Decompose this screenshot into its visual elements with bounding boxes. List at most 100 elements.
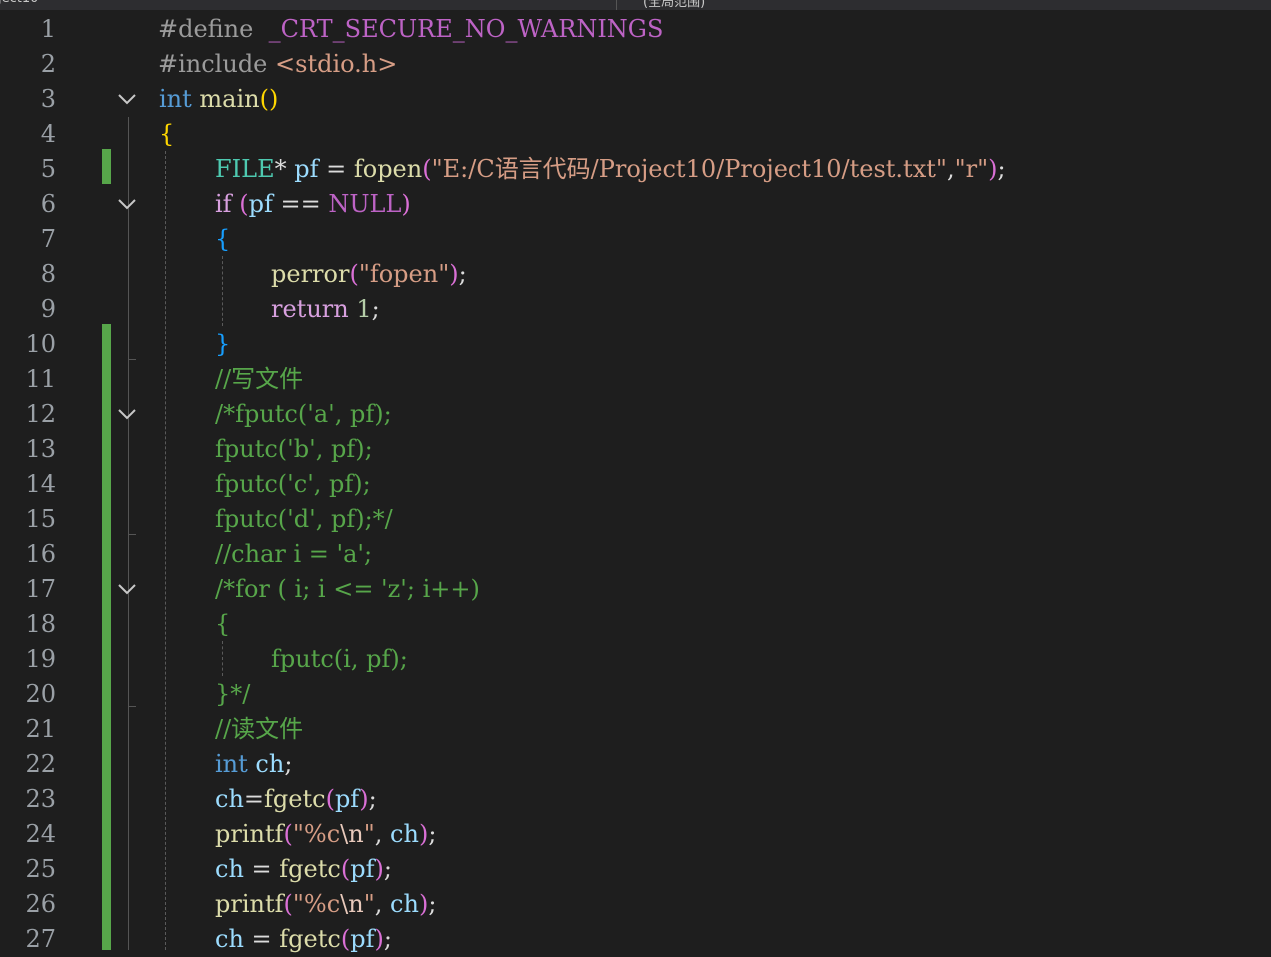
code-line[interactable]: 3 int main()	[0, 82, 1271, 117]
code-token: /*fputc('a', pf);	[215, 400, 392, 428]
code-line[interactable]: 19 fputc(i, pf);	[0, 642, 1271, 677]
code-line[interactable]: 27 ch = fgetc(pf);	[0, 922, 1271, 957]
code-line[interactable]: 9 return 1;	[0, 292, 1271, 327]
line-number: 9	[40, 295, 56, 323]
code-token: (	[340, 925, 351, 953]
code-token: \n	[340, 890, 364, 918]
code-line[interactable]: 2 #include <stdio.h>	[0, 47, 1271, 82]
line-number: 27	[25, 925, 56, 953]
code-line[interactable]: 13 fputc('b', pf);	[0, 432, 1271, 467]
line-number: 13	[25, 435, 56, 463]
code-text: /*fputc('a', pf);	[215, 397, 392, 432]
code-line[interactable]: 17 /*for ( i; i <= 'z'; i++)	[0, 572, 1271, 607]
code-line[interactable]: 5 FILE* pf = fopen("E:/C语言代码/Project10/Pr…	[0, 152, 1271, 187]
code-token: }*/	[215, 680, 251, 708]
line-number: 15	[25, 505, 56, 533]
code-text: {	[215, 607, 230, 642]
code-text: return 1;	[271, 292, 380, 327]
code-token: )	[988, 155, 998, 183]
chevron-down-icon[interactable]	[117, 581, 137, 597]
code-token: ;	[284, 750, 293, 778]
code-token: )	[374, 925, 384, 953]
code-token: ()	[259, 85, 279, 113]
code-token: "fopen"	[358, 260, 450, 288]
code-token: fopen	[353, 155, 423, 183]
code-line[interactable]: 24 printf("%c\n", ch);	[0, 817, 1271, 852]
scope-dropdown[interactable]: (全局范围)	[643, 0, 705, 10]
code-line[interactable]: 26 printf("%c\n", ch);	[0, 887, 1271, 922]
code-line[interactable]: 14 fputc('c', pf);	[0, 467, 1271, 502]
code-line[interactable]: 10}	[0, 327, 1271, 362]
code-token: ch	[390, 820, 419, 848]
code-token: =	[243, 785, 265, 813]
code-token: //写文件	[215, 365, 304, 393]
code-token: pf	[248, 190, 273, 218]
line-number: 3	[40, 85, 56, 113]
line-number: 19	[25, 645, 56, 673]
code-token: FILE	[215, 155, 275, 183]
code-line[interactable]: 8 perror("fopen");	[0, 257, 1271, 292]
editor-navigation-bar: ject10 (全局范围)	[0, 0, 1271, 10]
code-token: //char i = 'a';	[215, 540, 373, 568]
code-text: ch=fgetc(pf);	[215, 782, 377, 817]
code-token: perror	[271, 260, 350, 288]
code-token: "%c	[292, 890, 341, 918]
line-number: 4	[40, 120, 56, 148]
chevron-down-icon[interactable]	[117, 406, 137, 422]
code-line[interactable]: 22 int ch;	[0, 747, 1271, 782]
code-line[interactable]: 20}*/	[0, 677, 1271, 712]
line-number: 7	[40, 225, 56, 253]
code-line[interactable]: 6 if (pf == NULL)	[0, 187, 1271, 222]
code-token: )	[418, 890, 429, 918]
code-token: fputc(i, pf);	[271, 645, 408, 673]
code-editor[interactable]: 1 #define _CRT_SECURE_NO_WARNINGS 2 #includ…	[0, 11, 1271, 953]
code-token: =	[243, 855, 280, 883]
code-token: ;	[997, 155, 1006, 183]
code-token: //读文件	[215, 715, 304, 743]
code-line[interactable]: 11 //写文件	[0, 362, 1271, 397]
code-line[interactable]: 16 //char i = 'a';	[0, 537, 1271, 572]
code-line[interactable]: 21 //读文件	[0, 712, 1271, 747]
code-line[interactable]: 18 {	[0, 607, 1271, 642]
code-token: fputc('b', pf);	[215, 435, 373, 463]
code-token: "r"	[954, 155, 989, 183]
code-line[interactable]: 7{	[0, 222, 1271, 257]
code-text: printf("%c\n", ch);	[215, 887, 436, 922]
code-token: fgetc	[279, 925, 341, 953]
code-token: main	[199, 85, 260, 113]
code-token: pf	[294, 155, 319, 183]
code-text: fputc(i, pf);	[271, 642, 408, 677]
code-line[interactable]: 23 ch=fgetc(pf);	[0, 782, 1271, 817]
code-token: "	[363, 890, 375, 918]
code-token: )	[359, 785, 369, 813]
code-token: (	[349, 260, 359, 288]
line-number: 22	[25, 750, 56, 778]
code-token: {	[159, 120, 175, 148]
chevron-down-icon[interactable]	[117, 196, 137, 212]
code-line[interactable]: 12 /*fputc('a', pf);	[0, 397, 1271, 432]
code-token: ch	[215, 785, 244, 813]
code-token: /*for ( i; i <= 'z'; i++)	[215, 575, 480, 603]
code-text: perror("fopen");	[271, 257, 467, 292]
code-token: "	[363, 820, 375, 848]
code-text: fputc('b', pf);	[215, 432, 373, 467]
code-token: fgetc	[279, 855, 341, 883]
chevron-down-icon[interactable]	[117, 91, 137, 107]
project-dropdown[interactable]: ject10	[0, 0, 38, 6]
line-number: 16	[25, 540, 56, 568]
code-token: 1	[356, 295, 372, 323]
code-line[interactable]: 15 fputc('d', pf);*/	[0, 502, 1271, 537]
code-text: int ch;	[215, 747, 292, 782]
navigation-bar-divider	[616, 0, 617, 10]
code-text: }	[215, 327, 230, 362]
code-text: //写文件	[215, 362, 303, 397]
code-token: ch	[215, 925, 244, 953]
code-line[interactable]: 25 ch = fgetc(pf);	[0, 852, 1271, 887]
code-token: (	[283, 820, 293, 848]
code-line[interactable]: 1 #define _CRT_SECURE_NO_WARNINGS	[0, 12, 1271, 47]
code-line[interactable]: 4{	[0, 117, 1271, 152]
code-token: ;	[458, 260, 467, 288]
code-token: _CRT_SECURE_NO_WARNINGS	[268, 15, 664, 43]
code-token: ;	[428, 890, 437, 918]
